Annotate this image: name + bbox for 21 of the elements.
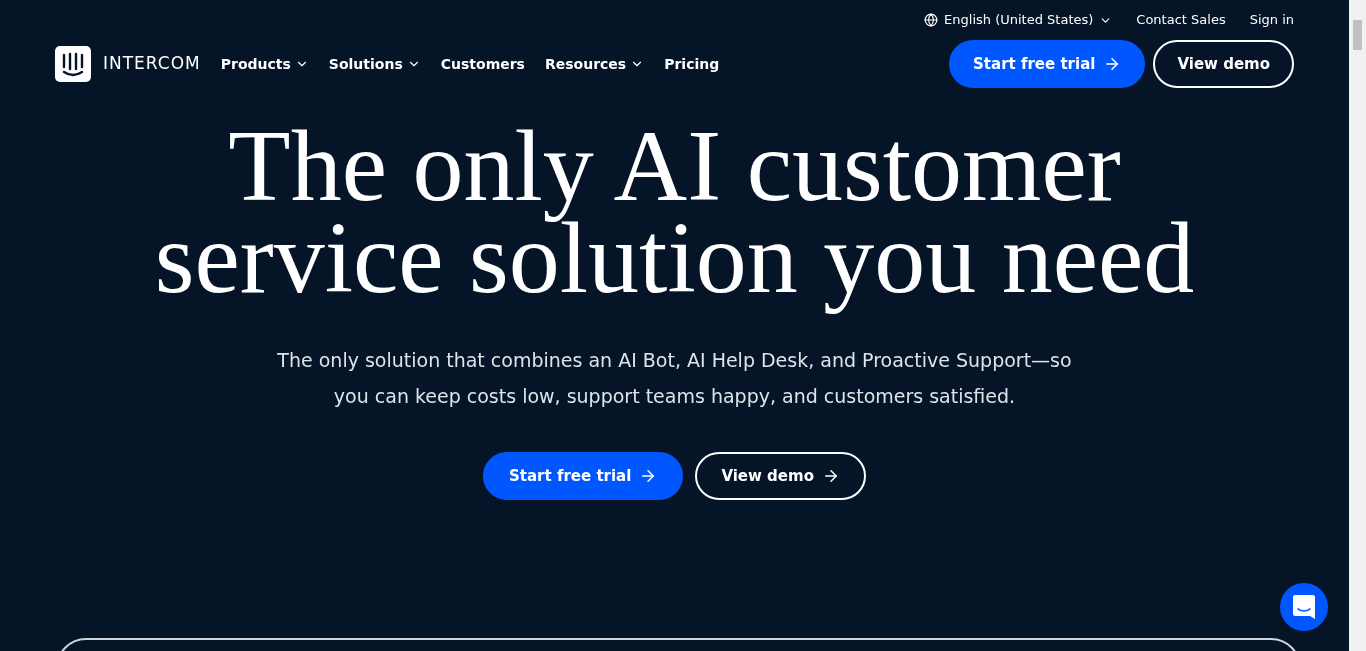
nav-item[interactable]: Resources xyxy=(544,53,645,75)
logo-icon xyxy=(55,46,91,82)
nav-item[interactable]: Pricing xyxy=(664,53,720,75)
hero-title: The only AI customer service solution you need xyxy=(154,116,1195,316)
language-selector[interactable]: English (United States) xyxy=(924,10,1113,30)
globe-icon xyxy=(924,13,939,27)
brand-name: INTERCOM xyxy=(103,52,201,76)
utility-link[interactable]: Contact Sales xyxy=(1136,10,1226,30)
chat-launcher-button[interactable] xyxy=(1280,583,1328,631)
start-trial-button[interactable]: Start free trial xyxy=(483,452,684,500)
hero-subtitle: The only solution that combines an AI Bot, AI Help Desk, and Proactive Support—so you can keep costs low, support teams happy, and customers satisfied. xyxy=(276,348,1073,409)
start-trial-button[interactable]: Start free trial xyxy=(949,40,1146,88)
scrollbar-thumb[interactable] xyxy=(1353,20,1362,50)
view-demo-button[interactable]: View demo xyxy=(1153,40,1294,88)
nav-item[interactable]: Customers xyxy=(440,53,525,75)
utility-link[interactable]: Sign in xyxy=(1249,10,1294,30)
nav-item[interactable]: Solutions xyxy=(328,53,421,75)
nav-item[interactable]: Products xyxy=(220,53,309,75)
view-demo-button[interactable]: View demo xyxy=(695,452,866,500)
scrollbar[interactable] xyxy=(1349,0,1366,651)
chat-icon xyxy=(1293,595,1315,619)
